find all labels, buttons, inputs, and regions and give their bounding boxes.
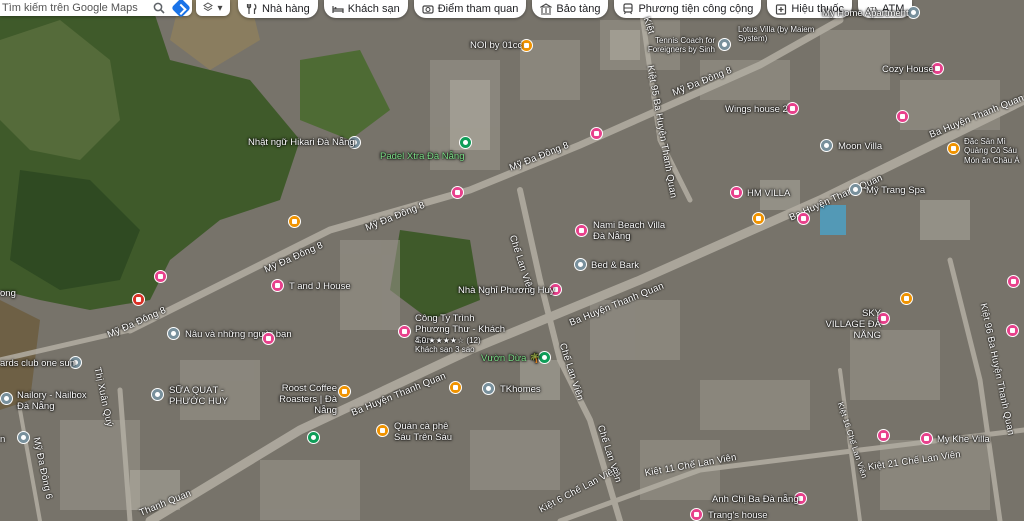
pharmacy-icon (776, 4, 787, 15)
hotel-pin-icon[interactable] (896, 110, 909, 123)
chip-label: Điểm tham quan (437, 3, 519, 15)
place-sublabel: Món ăn Châu Á (964, 156, 1020, 165)
search-input[interactable]: Tìm kiếm trên Google Maps (2, 2, 148, 14)
hotel-pin-icon[interactable] (398, 325, 411, 338)
place-label[interactable]: Roost Coffee Roasters | Đà Nẵng (257, 383, 337, 416)
museum-icon (540, 3, 553, 15)
place-label[interactable]: Tennis Coach for Foreigners by Sinh (643, 36, 715, 54)
hotel-pin-icon[interactable] (1006, 324, 1019, 337)
food-pin-icon[interactable] (376, 424, 389, 437)
place-label[interactable]: Đặc Sản Mì Quảng Cô Sáu (964, 137, 1024, 155)
chip-museums[interactable]: Bảo tàng (532, 0, 609, 18)
food-pin-icon[interactable] (752, 212, 765, 225)
satellite-map[interactable] (0, 0, 1024, 521)
food-pin-icon[interactable] (900, 292, 913, 305)
hotel-pin-icon[interactable] (797, 212, 810, 225)
place-label[interactable]: Vườn Dừa 🌴 (481, 353, 541, 364)
hotel-pin-icon[interactable] (690, 508, 703, 521)
category-chips: Nhà hàng Khách sạn Điểm tham quan Bảo tà… (238, 0, 913, 18)
transit-icon (623, 3, 634, 15)
place-label[interactable]: Trang's house (708, 510, 768, 521)
camera-icon (422, 5, 434, 14)
hotel-pin-icon[interactable] (730, 186, 743, 199)
hotel-pin-icon[interactable] (1007, 275, 1020, 288)
place-sublabel: Khách sạn 3 sao (415, 345, 475, 354)
place-label[interactable]: Nhà Nghỉ Phương Huy (458, 285, 555, 296)
place-pin-icon[interactable] (718, 38, 731, 51)
park-pin-icon[interactable] (307, 431, 320, 444)
chip-transit[interactable]: Phương tiện công cộng (614, 0, 762, 18)
place-label[interactable]: Quán cà phê Sáu Trên Sáu (394, 421, 459, 443)
place-label-clipped: ong (0, 288, 16, 299)
place-label[interactable]: Bed & Bark (591, 260, 639, 271)
shopping-pin-icon[interactable] (132, 293, 145, 306)
place-label[interactable]: My Khe Villa (937, 434, 990, 445)
layers-icon (203, 1, 214, 15)
place-label[interactable]: Lotus Villa (by Maiem System) (738, 25, 828, 43)
place-label[interactable]: Mỹ Trang Spa (866, 185, 925, 196)
hotel-pin-icon[interactable] (451, 186, 464, 199)
place-label[interactable]: Nami Beach Villa Đà Nẵng (593, 220, 673, 242)
place-rating: 4.0 ★★★★☆ (12) (415, 336, 481, 345)
directions-icon[interactable] (170, 0, 192, 18)
place-label[interactable]: Nâu và những người bạn (185, 329, 292, 340)
place-pin-icon[interactable] (0, 392, 13, 405)
chip-label: Khách sạn (347, 3, 400, 15)
place-pin-icon[interactable] (574, 258, 587, 271)
chip-hotels[interactable]: Khách sạn (323, 0, 408, 18)
food-pin-icon[interactable] (338, 385, 351, 398)
place-label[interactable]: Anh Chị Ba Đà nẵng (712, 494, 799, 505)
place-label[interactable]: My Home Apartment (822, 8, 909, 19)
chip-label: Phương tiện công cộng (638, 3, 754, 15)
park-pin-icon[interactable] (459, 136, 472, 149)
hotel-pin-icon[interactable] (590, 127, 603, 140)
place-label[interactable]: HM VILLA (747, 188, 790, 199)
chip-label: Bảo tàng (556, 3, 601, 15)
place-pin-icon[interactable] (820, 139, 833, 152)
place-label[interactable]: TKhomes (500, 384, 541, 395)
place-label[interactable]: SKY VILLAGE ĐÀ NẴNG (821, 308, 881, 341)
hotel-pin-icon[interactable] (920, 432, 933, 445)
hotel-pin-icon[interactable] (262, 332, 275, 345)
place-pin-icon[interactable] (482, 382, 495, 395)
place-pin-icon[interactable] (17, 431, 30, 444)
hotel-pin-icon[interactable] (271, 279, 284, 292)
hotel-pin-icon[interactable] (154, 270, 167, 283)
layers-button[interactable]: ▾ (196, 0, 230, 16)
restaurant-icon (246, 3, 257, 14)
place-label[interactable]: SỮA QUẠT - PHƯỚC HUY (169, 385, 229, 407)
search-box[interactable]: Tìm kiếm trên Google Maps (0, 0, 192, 18)
place-label[interactable]: Wings house 2 (725, 104, 788, 115)
place-label[interactable]: NOI by 01cc (470, 40, 522, 51)
place-pin-icon[interactable] (167, 327, 180, 340)
place-label[interactable]: Cozy House (882, 64, 934, 75)
hotel-pin-icon[interactable] (575, 224, 588, 237)
food-pin-icon[interactable] (449, 381, 462, 394)
place-pin-icon[interactable] (849, 183, 862, 196)
chevron-down-icon: ▾ (217, 2, 223, 14)
place-label[interactable]: Nailory - Nailbox Đà Nẵng (17, 390, 87, 412)
place-label[interactable]: Padel Xtra Đà Nẵng (380, 151, 465, 162)
place-label[interactable]: Nhật ngữ Hikari Đà Nẵng (248, 137, 355, 148)
place-label[interactable]: T and J House (289, 281, 351, 292)
food-pin-icon[interactable] (288, 215, 301, 228)
chip-label: Nhà hàng (262, 3, 310, 15)
place-label[interactable]: ards club one sun (0, 358, 75, 369)
hotel-pin-icon[interactable] (877, 429, 890, 442)
chip-attractions[interactable]: Điểm tham quan (413, 0, 527, 18)
search-icon[interactable] (148, 0, 170, 16)
chip-restaurants[interactable]: Nhà hàng (238, 0, 318, 18)
place-pin-icon[interactable] (151, 388, 164, 401)
food-pin-icon[interactable] (947, 142, 960, 155)
place-label[interactable]: Moon Villa (838, 141, 882, 152)
place-label-clipped: n (0, 434, 6, 445)
hotel-icon (332, 6, 344, 13)
